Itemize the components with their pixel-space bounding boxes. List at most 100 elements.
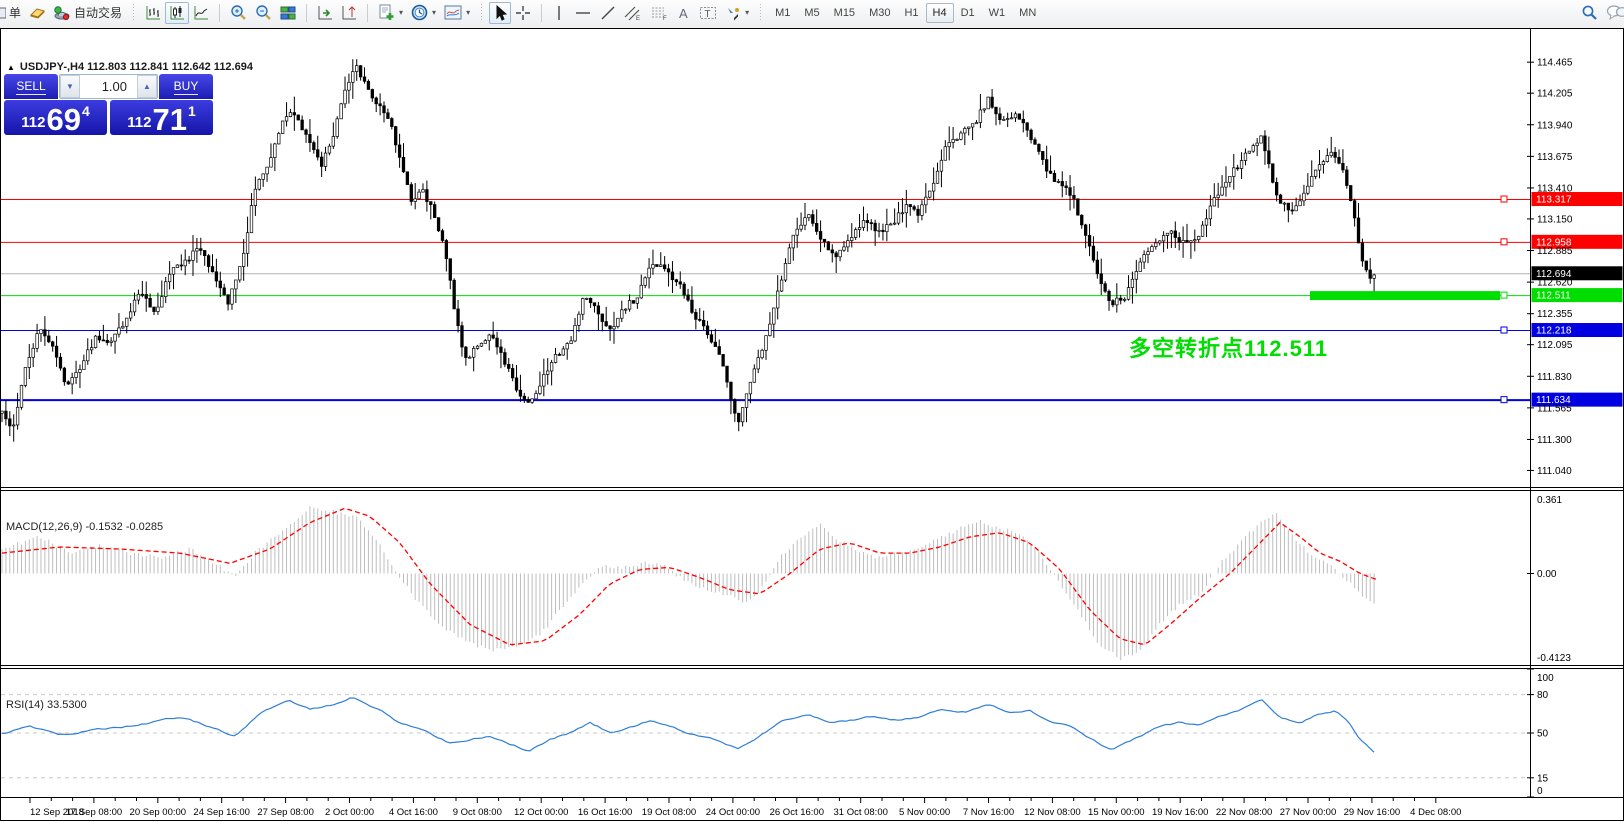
timeframe-d1[interactable]: D1 <box>954 3 982 23</box>
svg-text:7 Nov 16:00: 7 Nov 16:00 <box>963 807 1014 818</box>
chart-shift-button[interactable] <box>337 2 361 24</box>
auto-scroll-icon <box>317 5 333 21</box>
sell-button[interactable]: SELL <box>4 74 58 99</box>
svg-text:31 Oct 08:00: 31 Oct 08:00 <box>833 807 887 818</box>
crosshair-button[interactable] <box>511 2 535 24</box>
chart-window: 114.465114.205113.940113.675113.410113.1… <box>0 28 1624 822</box>
periods-button[interactable]: ▾ <box>407 2 440 24</box>
vertical-line-icon <box>552 5 566 21</box>
svg-text:17 Sep 08:00: 17 Sep 08:00 <box>66 807 123 818</box>
periods-icon <box>411 4 428 21</box>
volume-increase-button[interactable]: ▲ <box>137 75 157 98</box>
timeframe-h1[interactable]: H1 <box>897 3 925 23</box>
buy-quote[interactable]: 112 71 1 <box>110 100 213 135</box>
volume-stepper: ▼ 1.00 ▲ <box>59 74 158 99</box>
volume-value[interactable]: 1.00 <box>80 75 137 98</box>
book-button[interactable] <box>25 2 50 24</box>
auto-scroll-button[interactable] <box>313 2 337 24</box>
svg-text:113.150: 113.150 <box>1537 214 1573 225</box>
zoom-out-button[interactable] <box>251 2 276 24</box>
book-icon <box>29 5 46 21</box>
timeframe-m1[interactable]: M1 <box>768 3 797 23</box>
svg-text:112.511: 112.511 <box>1536 291 1571 302</box>
svg-text:80: 80 <box>1537 690 1549 701</box>
svg-text:4 Dec 08:00: 4 Dec 08:00 <box>1410 807 1461 818</box>
svg-text:112.958: 112.958 <box>1536 237 1572 248</box>
vertical-line-button[interactable] <box>548 2 570 24</box>
svg-text:24 Sep 16:00: 24 Sep 16:00 <box>193 807 250 818</box>
timeframe-bar: M1M5M15M30H1H4D1W1MN <box>766 0 1045 25</box>
chat-icon <box>1606 4 1624 21</box>
timeframe-mn[interactable]: MN <box>1012 3 1043 23</box>
chart-canvas[interactable]: 114.465114.205113.940113.675113.410113.1… <box>0 28 1624 822</box>
auto-trading-label: 自动交易 <box>74 4 122 21</box>
new-order-label: 单 <box>9 4 21 21</box>
text-label-icon: T <box>699 5 717 21</box>
timeframe-h4[interactable]: H4 <box>926 3 954 23</box>
timeframe-m30[interactable]: M30 <box>862 3 897 23</box>
arrows-icon <box>725 5 741 21</box>
toolbar-grip <box>758 4 763 21</box>
toolbar-grip <box>131 4 136 21</box>
buy-label: BUY <box>174 79 199 95</box>
svg-text:113.317: 113.317 <box>1536 195 1572 206</box>
cursor-button[interactable] <box>489 2 511 24</box>
svg-text:27 Nov 00:00: 27 Nov 00:00 <box>1280 807 1337 818</box>
toolbar-separator <box>219 4 220 22</box>
chat-button[interactable] <box>1602 2 1624 24</box>
svg-text:0.00: 0.00 <box>1537 569 1557 580</box>
line-chart-button[interactable] <box>189 2 213 24</box>
collapse-icon[interactable]: ▲ <box>7 63 15 72</box>
zoom-in-icon <box>230 4 247 21</box>
add-indicator-icon <box>378 4 395 21</box>
buy-button[interactable]: BUY <box>159 74 213 99</box>
zoom-in-button[interactable] <box>226 2 251 24</box>
svg-text:4 Oct 16:00: 4 Oct 16:00 <box>389 807 438 818</box>
trendline-button[interactable] <box>596 2 620 24</box>
chart-title-bar: ▲ USDJPY-,H4 112.803 112.841 112.642 112… <box>7 61 253 73</box>
candlestick-chart-icon <box>169 5 185 21</box>
svg-text:12 Oct 00:00: 12 Oct 00:00 <box>514 807 568 818</box>
new-order-button[interactable]: 单 <box>0 2 25 24</box>
search-button[interactable] <box>1577 2 1602 24</box>
bar-chart-button[interactable] <box>141 2 165 24</box>
timeframe-w1[interactable]: W1 <box>982 3 1013 23</box>
dropdown-caret: ▾ <box>432 8 436 17</box>
fibonacci-button[interactable]: F <box>646 2 672 24</box>
svg-text:0.361: 0.361 <box>1537 495 1562 506</box>
sell-quote[interactable]: 112 69 4 <box>4 100 107 135</box>
svg-text:F: F <box>663 16 667 21</box>
text-label-button[interactable]: T <box>695 2 721 24</box>
crosshair-icon <box>515 5 531 21</box>
svg-text:111.040: 111.040 <box>1537 466 1572 477</box>
svg-text:A: A <box>679 6 688 21</box>
timeframe-m5[interactable]: M5 <box>797 3 826 23</box>
buy-price-sup: 1 <box>188 104 196 118</box>
svg-text:100: 100 <box>1537 673 1554 684</box>
candlestick-chart-button[interactable] <box>165 2 189 24</box>
svg-text:112.355: 112.355 <box>1537 309 1573 320</box>
timeframe-m15[interactable]: M15 <box>827 3 862 23</box>
svg-text:114.465: 114.465 <box>1537 58 1573 69</box>
svg-text:113.675: 113.675 <box>1537 152 1573 163</box>
svg-text:19 Oct 08:00: 19 Oct 08:00 <box>642 807 696 818</box>
tile-windows-button[interactable] <box>276 2 300 24</box>
svg-text:9 Oct 08:00: 9 Oct 08:00 <box>453 807 502 818</box>
auto-trading-button[interactable]: 自动交易 <box>50 2 126 24</box>
arrows-button[interactable]: ▾ <box>721 2 753 24</box>
horizontal-line-button[interactable] <box>570 2 596 24</box>
chart-shift-icon <box>341 5 357 21</box>
pivot-annotation[interactable]: 多空转折点112.511 <box>1129 331 1328 363</box>
volume-decrease-button[interactable]: ▼ <box>60 75 80 98</box>
add-indicator-button[interactable]: ▾ <box>374 2 407 24</box>
svg-text:50: 50 <box>1537 729 1549 740</box>
template-button[interactable]: ▾ <box>440 2 474 24</box>
sell-label: SELL <box>16 79 45 95</box>
auto-trading-icon <box>54 5 71 21</box>
sell-price-big: 69 <box>46 107 80 133</box>
equidistant-channel-button[interactable]: E <box>620 2 646 24</box>
macd-label: MACD(12,26,9) -0.1532 -0.0285 <box>6 521 163 533</box>
buy-price-big: 71 <box>152 107 186 133</box>
svg-text:19 Nov 16:00: 19 Nov 16:00 <box>1152 807 1209 818</box>
text-button[interactable]: A <box>672 2 695 24</box>
